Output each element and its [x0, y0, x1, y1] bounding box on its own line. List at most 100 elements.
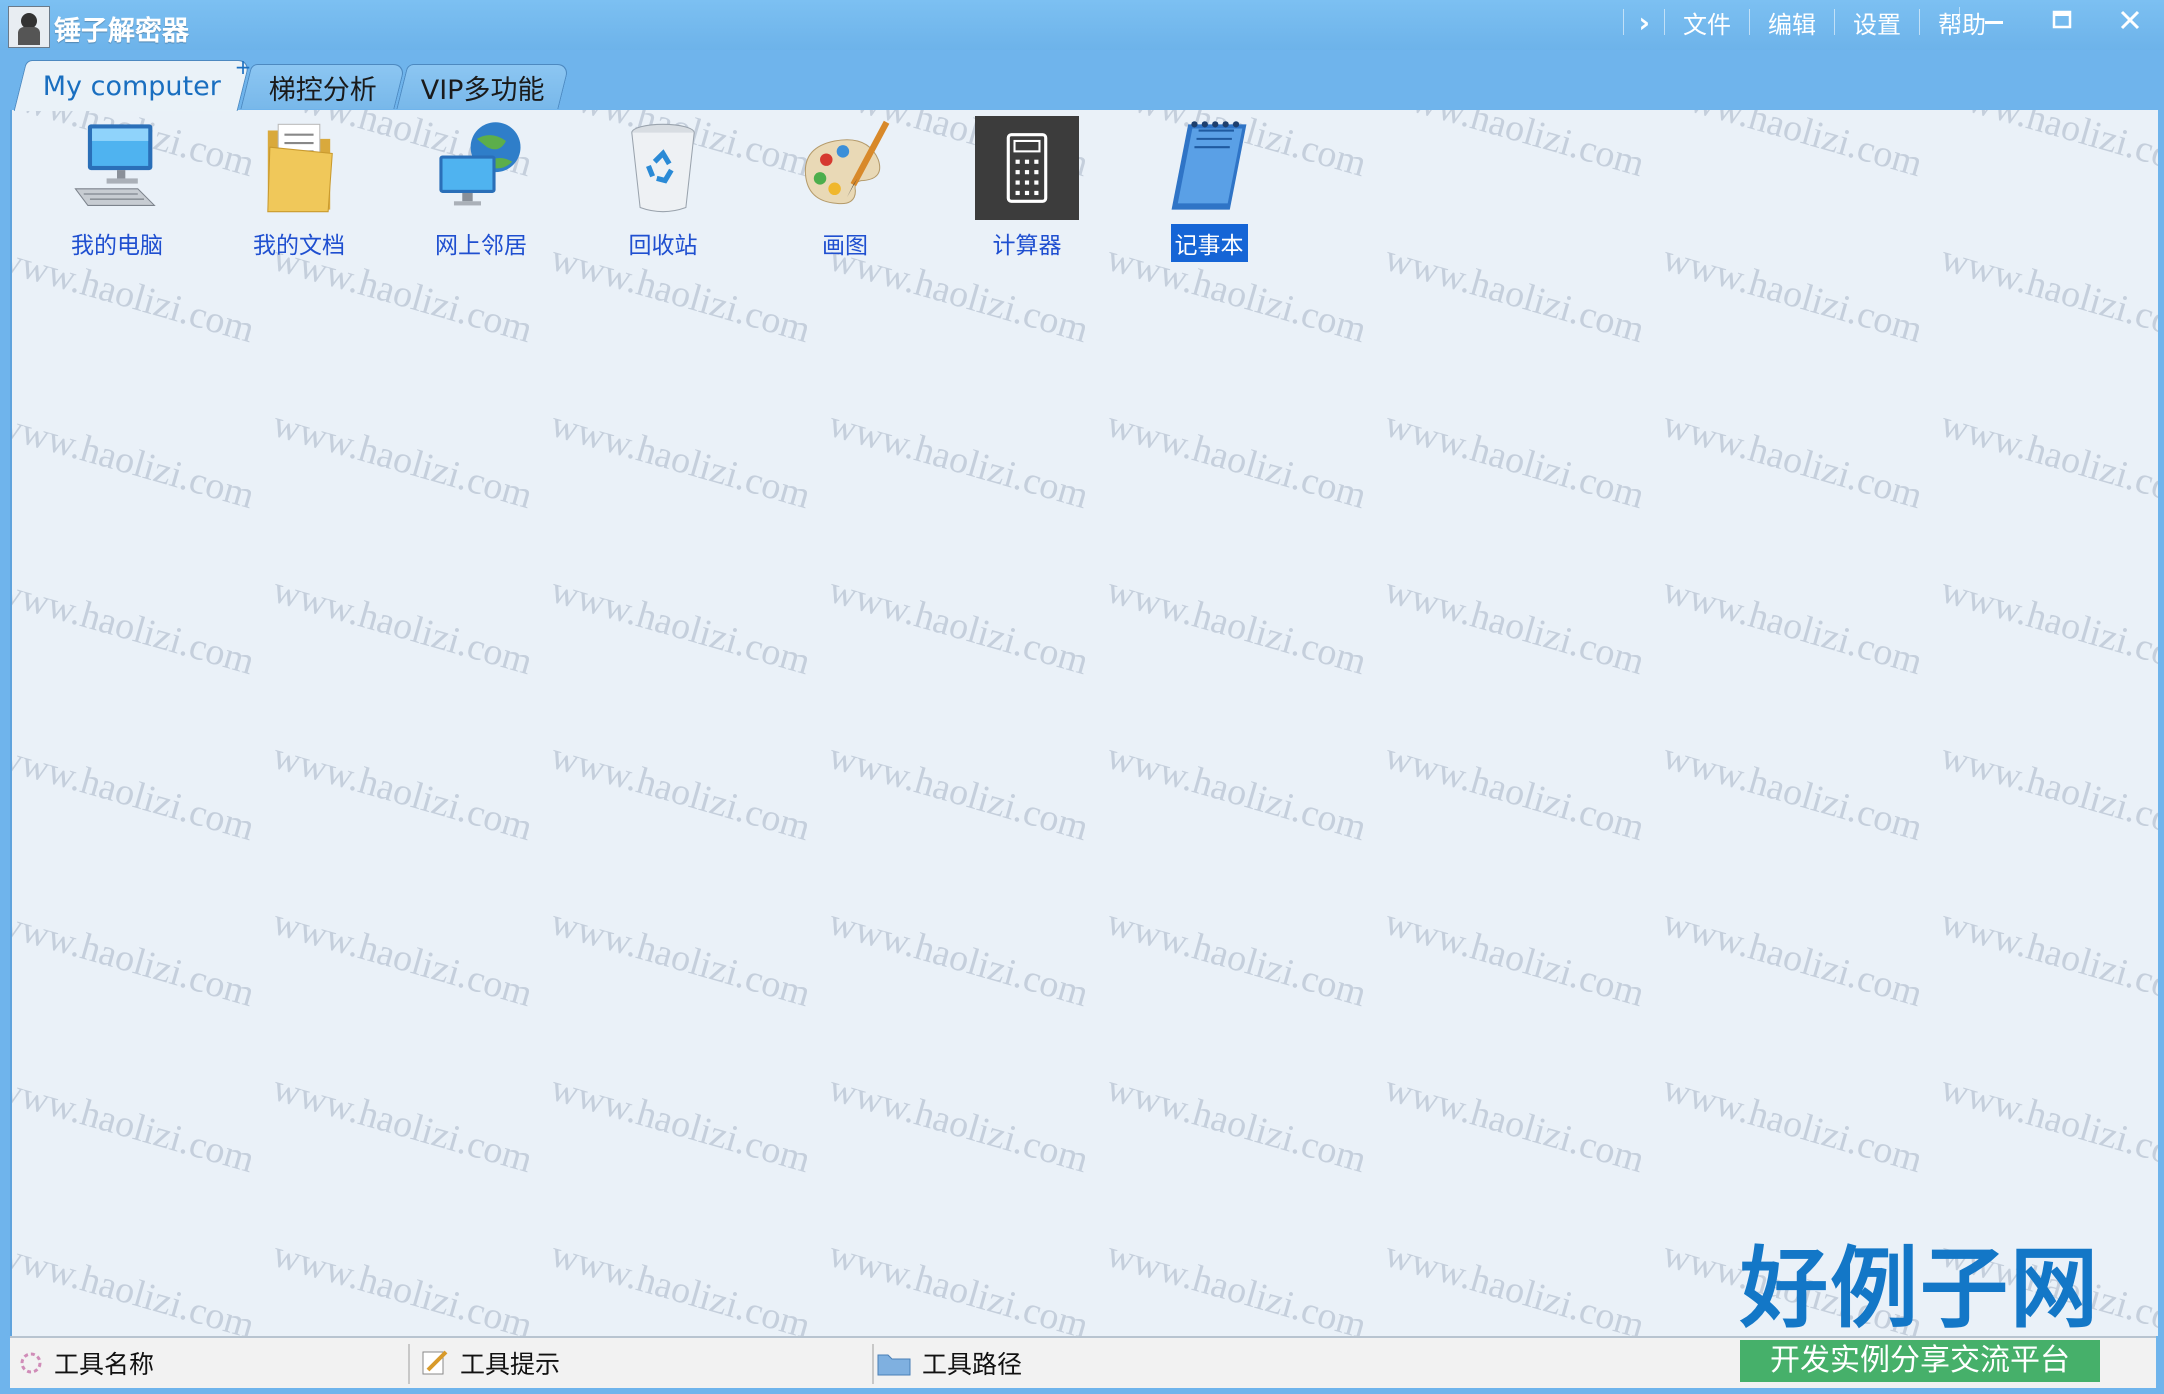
watermark-text: www.haolizi.com	[268, 1066, 538, 1182]
menu-edit[interactable]: 编辑	[1750, 5, 1834, 40]
maximize-button[interactable]	[2028, 0, 2096, 40]
app-logo-icon	[8, 6, 50, 48]
watermark-text: www.haolizi.com	[1102, 568, 1372, 684]
edit-note-icon	[422, 1350, 448, 1375]
add-tab-icon[interactable]: +	[235, 55, 252, 79]
watermark-text: www.haolizi.com	[1102, 1232, 1372, 1336]
watermark-text: www.haolizi.com	[1102, 402, 1372, 518]
watermark-text: www.haolizi.com	[546, 900, 816, 1016]
computer-icon	[74, 124, 156, 206]
status-tool-hint: 工具提示	[420, 1338, 560, 1388]
tab-vip-features[interactable]: VIP多功能	[396, 64, 570, 109]
watermark-text: www.haolizi.com	[1658, 110, 1928, 186]
brand-logo-text: 好例子网	[1740, 1236, 2101, 1340]
watermark-text: www.haolizi.com	[268, 568, 538, 684]
watermark-layer: www.haolizi.com www.haolizi.com www.haoliz…	[12, 110, 2158, 1336]
minimize-icon	[1985, 21, 2003, 24]
watermark-text: www.haolizi.com	[824, 734, 1094, 850]
icon-label: 我的文档	[253, 233, 345, 259]
watermark-text: www.haolizi.com	[1102, 900, 1372, 1016]
desktop-icon-paint[interactable]: 画图	[770, 116, 920, 266]
watermark-text: www.haolizi.com	[1102, 1066, 1372, 1182]
watermark-text: www.haolizi.com	[268, 734, 538, 850]
watermark-text: www.haolizi.com	[1658, 1066, 1928, 1182]
watermark-text: www.haolizi.com	[1380, 900, 1650, 1016]
window-controls	[1959, 0, 2164, 40]
watermark-text: www.haolizi.com	[1658, 568, 1928, 684]
chevron-right-icon[interactable]: ›	[1624, 6, 1664, 39]
documents-folder-icon	[267, 123, 333, 213]
window-title: 锤子解密器	[54, 16, 189, 47]
desktop-icon-notepad[interactable]: 记事本	[1134, 116, 1284, 266]
tab-strip: My computer + 梯控分析 VIP多功能	[10, 55, 2150, 111]
tab-elevator-analysis[interactable]: 梯控分析	[240, 64, 406, 109]
watermark-text: www.haolizi.com	[824, 402, 1094, 518]
watermark-text: www.haolizi.com	[1936, 110, 2158, 186]
desktop-icon-network[interactable]: 网上邻居	[406, 116, 556, 266]
watermark-text: www.haolizi.com	[824, 1066, 1094, 1182]
watermark-text: www.haolizi.com	[268, 402, 538, 518]
watermark-text: www.haolizi.com	[10, 1066, 260, 1182]
watermark-text: www.haolizi.com	[546, 1066, 816, 1182]
title-bar[interactable]: 锤子解密器 › 文件 编辑 设置 帮助	[0, 0, 2164, 50]
watermark-text: www.haolizi.com	[268, 900, 538, 1016]
menu-settings[interactable]: 设置	[1835, 5, 1919, 40]
watermark-text: www.haolizi.com	[10, 1232, 260, 1336]
desktop-icon-my-computer[interactable]: 我的电脑	[42, 116, 192, 266]
icon-label: 网上邻居	[435, 233, 527, 259]
watermark-text: www.haolizi.com	[10, 900, 260, 1016]
minimize-button[interactable]	[1960, 0, 2028, 40]
brand-watermark: 好例子网 开发实例分享交流平台	[1740, 1238, 2100, 1388]
status-tool-name: 工具名称	[18, 1338, 154, 1388]
watermark-text: www.haolizi.com	[1658, 900, 1928, 1016]
calculator-icon	[975, 116, 1079, 220]
watermark-text: www.haolizi.com	[824, 1232, 1094, 1336]
watermark-text: www.haolizi.com	[1380, 236, 1650, 352]
tool-name-icon	[20, 1352, 42, 1374]
status-label: 工具路径	[922, 1350, 1023, 1379]
desktop-icon-calculator[interactable]: 计算器	[952, 116, 1102, 266]
watermark-text: www.haolizi.com	[546, 1232, 816, 1336]
icon-label: 画图	[822, 233, 868, 259]
close-button[interactable]	[2096, 0, 2164, 40]
paint-palette-icon	[804, 120, 890, 205]
watermark-text: www.haolizi.com	[10, 402, 260, 518]
tab-my-computer[interactable]: My computer +	[13, 55, 252, 111]
maximize-icon	[2052, 10, 2072, 29]
close-icon	[2120, 10, 2140, 30]
watermark-text: www.haolizi.com	[1380, 1232, 1650, 1336]
icon-label: 我的电脑	[71, 233, 163, 259]
status-label: 工具提示	[460, 1350, 561, 1379]
menu-file[interactable]: 文件	[1665, 5, 1749, 40]
notepad-icon	[1171, 121, 1247, 210]
app-window: 锤子解密器 › 文件 编辑 设置 帮助 My computer + 梯控分析 V…	[0, 0, 2164, 1394]
watermark-text: www.haolizi.com	[546, 402, 816, 518]
icon-label: 回收站	[628, 233, 698, 259]
watermark-text: www.haolizi.com	[1380, 110, 1650, 186]
desktop-icon-recycle-bin[interactable]: 回收站	[588, 116, 738, 266]
watermark-text: www.haolizi.com	[1380, 402, 1650, 518]
desktop-icon-my-documents[interactable]: 我的文档	[224, 116, 374, 266]
watermark-text: www.haolizi.com	[1936, 236, 2158, 352]
watermark-text: www.haolizi.com	[1936, 900, 2158, 1016]
status-separator	[872, 1344, 874, 1384]
title-menu: › 文件 编辑 设置 帮助	[1623, 4, 2004, 40]
watermark-text: www.haolizi.com	[1102, 734, 1372, 850]
watermark-text: www.haolizi.com	[824, 900, 1094, 1016]
recycle-bin-icon	[631, 123, 695, 213]
tab-label: VIP多功能	[421, 74, 545, 106]
watermark-text: www.haolizi.com	[546, 734, 816, 850]
desktop-area[interactable]: www.haolizi.com www.haolizi.com www.haoliz…	[10, 110, 2158, 1336]
watermark-text: www.haolizi.com	[546, 568, 816, 684]
status-label: 工具名称	[54, 1350, 155, 1379]
icon-label: 计算器	[992, 233, 1062, 259]
status-separator	[408, 1344, 410, 1384]
watermark-text: www.haolizi.com	[1658, 734, 1928, 850]
watermark-text: www.haolizi.com	[824, 568, 1094, 684]
watermark-text: www.haolizi.com	[1936, 568, 2158, 684]
watermark-text: www.haolizi.com	[1658, 236, 1928, 352]
brand-slogan: 开发实例分享交流平台	[1740, 1340, 2100, 1382]
icon-label: 记事本	[1170, 224, 1248, 262]
watermark-text: www.haolizi.com	[1936, 734, 2158, 850]
watermark-text: www.haolizi.com	[1380, 734, 1650, 850]
